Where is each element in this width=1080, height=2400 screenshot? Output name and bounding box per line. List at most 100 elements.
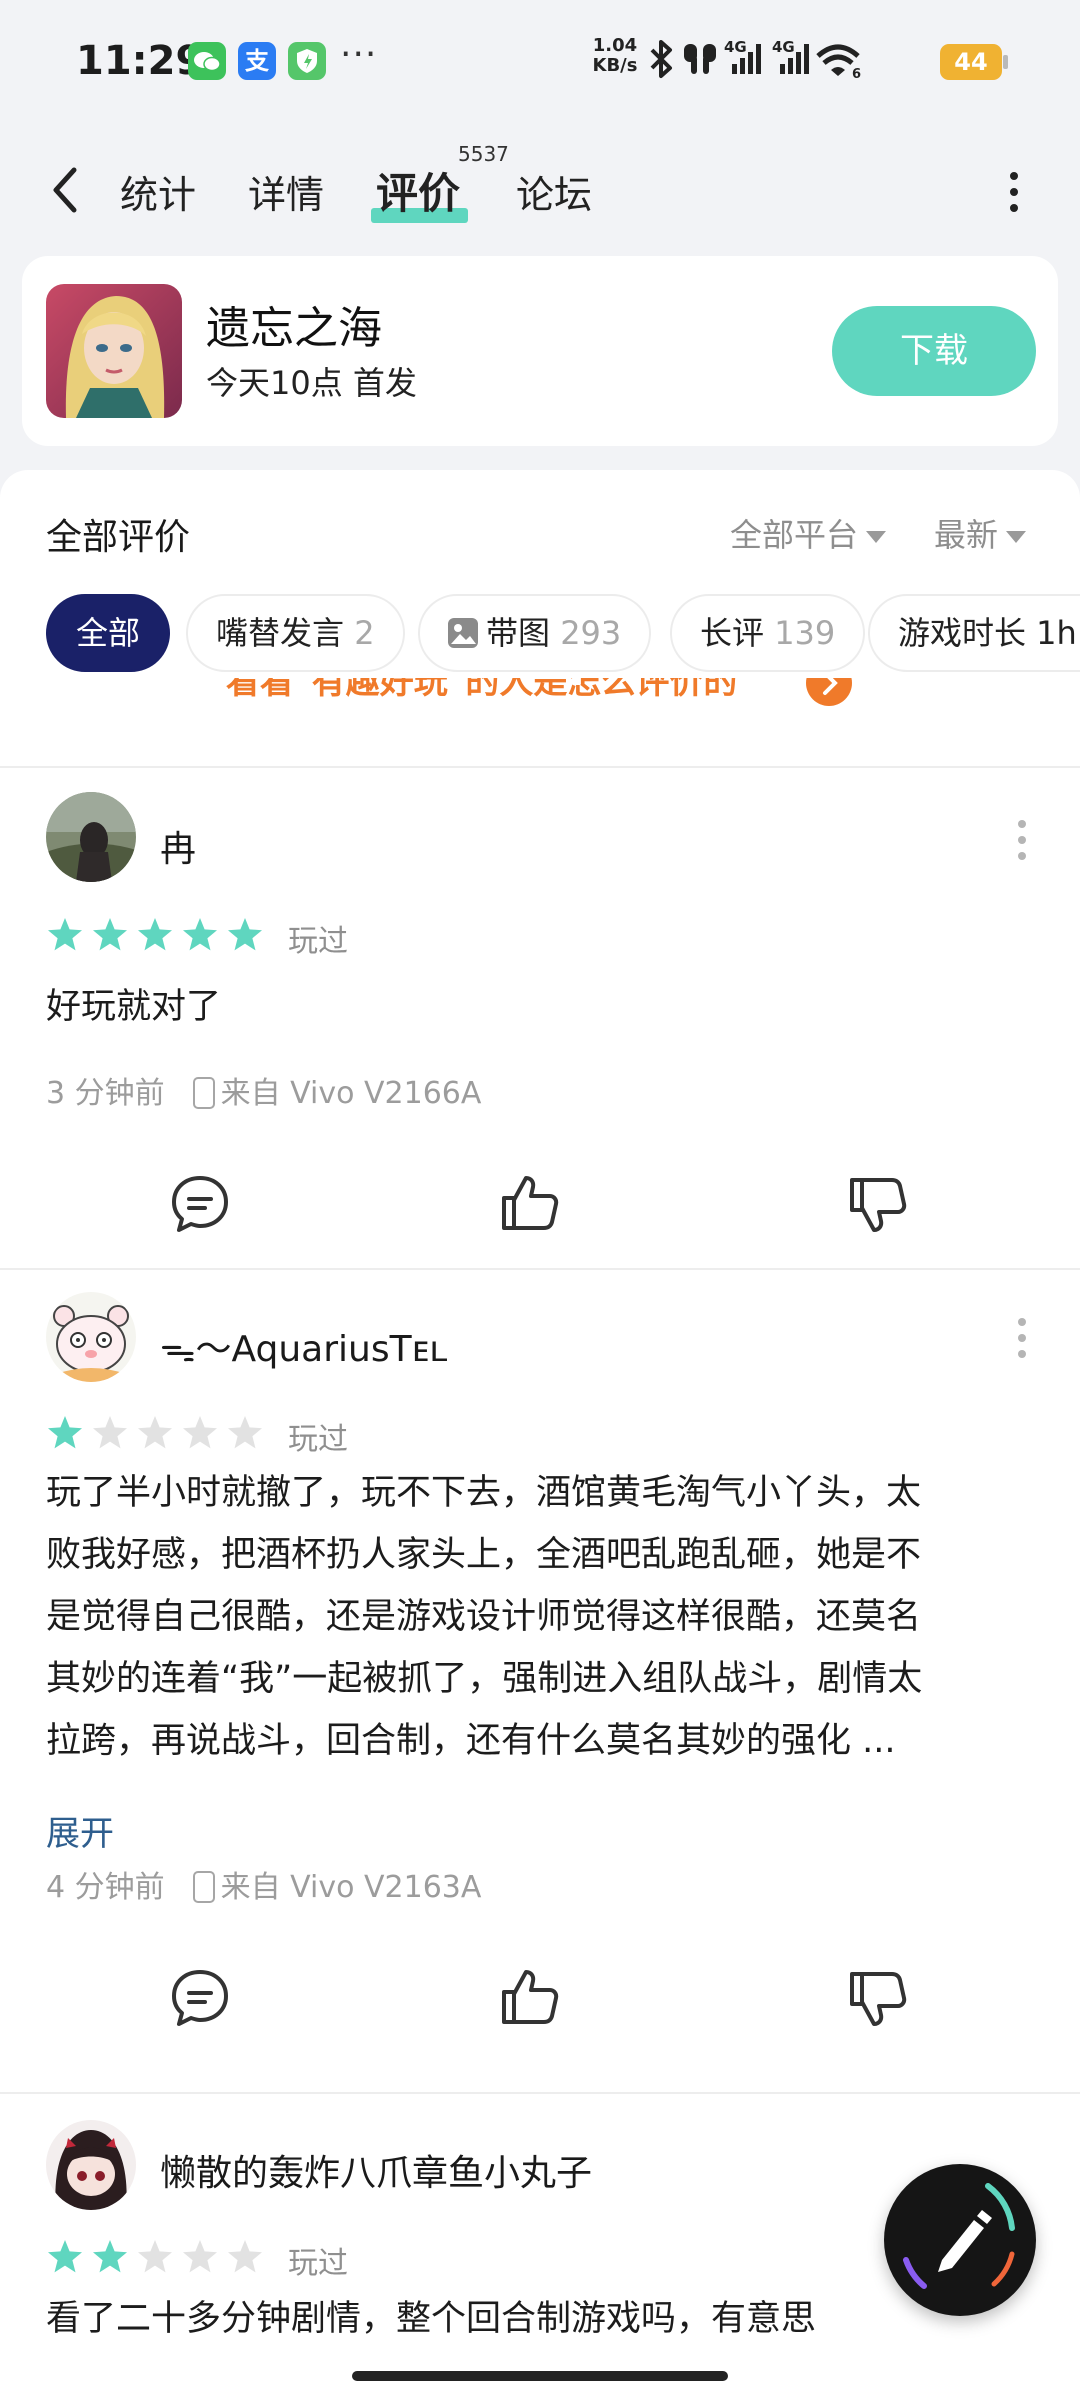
game-card[interactable]: 遗忘之海 今天10点 首发 下载 bbox=[22, 256, 1058, 446]
thumbs-down-icon[interactable] bbox=[846, 1174, 910, 1238]
review-more-icon[interactable] bbox=[1016, 818, 1028, 862]
avatar[interactable] bbox=[46, 792, 136, 882]
chip-label: 带图 bbox=[486, 614, 551, 652]
chip-label: 嘴替发言 bbox=[216, 614, 345, 652]
battery-icon: 44 bbox=[940, 44, 1002, 80]
star-filled-icon bbox=[138, 918, 172, 951]
star-empty-icon bbox=[93, 1416, 127, 1449]
star-filled-icon bbox=[93, 918, 127, 951]
review-device: 来自 Vivo V2163A bbox=[220, 1870, 482, 1905]
played-tag: 玩过 bbox=[288, 1422, 348, 1457]
thumbs-down-icon[interactable] bbox=[846, 1968, 910, 2032]
status-time: 11:29 bbox=[76, 38, 204, 84]
chip-label: 长评 bbox=[700, 614, 765, 652]
platform-filter-dropdown[interactable]: 全部平台 bbox=[730, 510, 887, 556]
chip-voice[interactable]: 嘴替发言 2 bbox=[186, 594, 405, 672]
network-speed-unit: KB/s bbox=[592, 55, 638, 76]
thumbs-up-icon[interactable] bbox=[498, 1170, 562, 1234]
chip-play-time[interactable]: 游戏时长 1h+ bbox=[868, 594, 1080, 672]
wifi-icon: 6 bbox=[816, 44, 861, 82]
system-status-icons: 4G 4G 6 bbox=[650, 38, 861, 82]
chip-count: 139 bbox=[774, 614, 836, 652]
sort-filter-label: 最新 bbox=[934, 516, 999, 554]
home-indicator[interactable] bbox=[352, 2371, 728, 2381]
review-time: 4 分钟前 bbox=[46, 1870, 165, 1905]
review-text-line: 玩了半小时就撤了，玩不下去，酒馆黄毛淘气小丫头，太 bbox=[46, 1473, 922, 1513]
review-text-line: 败我好感，把酒杯扔人家头上，全酒吧乱跑乱砸，她是不 bbox=[46, 1535, 922, 1575]
chip-count: 2 bbox=[354, 614, 375, 652]
signal-1-label: 4G bbox=[724, 38, 747, 56]
star-empty-icon bbox=[228, 1416, 262, 1449]
comment-icon[interactable] bbox=[168, 1172, 232, 1236]
star-filled-icon bbox=[48, 1416, 82, 1449]
played-tag: 玩过 bbox=[288, 2246, 348, 2281]
image-icon bbox=[448, 618, 478, 648]
wifi-6-label: 6 bbox=[852, 67, 861, 82]
review-text-line: 拉跨，再说战斗，回合制，还有什么莫名其妙的强化 ... bbox=[46, 1721, 896, 1761]
platform-filter-label: 全部平台 bbox=[730, 516, 859, 554]
earbuds-icon bbox=[684, 44, 716, 74]
status-bar: 11:29 支 ··· 1.04 KB/s 4G 4G 6 44 bbox=[0, 0, 1080, 120]
divider bbox=[0, 766, 1080, 768]
star-filled-icon bbox=[93, 2240, 127, 2273]
divider bbox=[0, 2092, 1080, 2094]
divider bbox=[0, 1268, 1080, 1270]
back-arrow-icon[interactable] bbox=[44, 162, 92, 218]
promo-text: 看看"有趣好玩"的人是怎么评价的 bbox=[226, 678, 738, 702]
promo-banner[interactable]: 看看"有趣好玩"的人是怎么评价的 bbox=[0, 678, 1080, 708]
reviews-count-badge: 5537 bbox=[458, 142, 509, 166]
game-icon bbox=[46, 284, 182, 418]
shield-icon bbox=[288, 42, 326, 80]
star-filled-icon bbox=[183, 918, 217, 951]
tab-forum[interactable]: 论坛 bbox=[516, 164, 592, 219]
review-text-line: 其妙的连着“我”一起被抓了，强制进入组队战斗，剧情太 bbox=[46, 1659, 923, 1699]
reviews-panel: 全部评价 全部平台 最新 全部 嘴替发言 2 带图 293 长评 139 游戏时… bbox=[0, 470, 1080, 2400]
tab-reviews[interactable]: 评价 bbox=[376, 160, 460, 221]
chevron-down-icon bbox=[866, 531, 887, 543]
thumbs-up-icon[interactable] bbox=[498, 1964, 562, 2028]
review-more-icon[interactable] bbox=[1016, 1316, 1028, 1360]
network-speed: 1.04 KB/s bbox=[588, 36, 642, 76]
review-meta: 4 分钟前 来自 Vivo V2163A bbox=[46, 1862, 481, 1906]
comment-icon[interactable] bbox=[168, 1966, 232, 2030]
more-notifications-icon: ··· bbox=[340, 34, 378, 75]
chip-label: 游戏时长 1h+ bbox=[898, 614, 1080, 652]
game-release-info: 今天10点 首发 bbox=[206, 364, 417, 402]
review-meta: 3 分钟前 来自 Vivo V2166A bbox=[46, 1068, 481, 1112]
star-filled-icon bbox=[48, 918, 82, 951]
star-empty-icon bbox=[228, 2240, 262, 2273]
avatar[interactable] bbox=[46, 2120, 136, 2210]
chip-all[interactable]: 全部 bbox=[46, 594, 171, 672]
chip-with-images[interactable]: 带图 293 bbox=[418, 594, 652, 672]
network-speed-value: 1.04 bbox=[592, 35, 638, 56]
signal-icon-2: 4G bbox=[772, 38, 809, 74]
reviewer-name[interactable]: 冉 bbox=[160, 820, 196, 872]
pencil-icon bbox=[903, 2183, 1015, 2289]
review-device: 来自 Vivo V2166A bbox=[220, 1076, 482, 1111]
top-nav: 统计 详情 评价 5537 论坛 bbox=[0, 130, 1080, 250]
download-button[interactable]: 下载 bbox=[832, 306, 1036, 396]
wechat-icon bbox=[188, 42, 226, 80]
played-tag: 玩过 bbox=[288, 924, 348, 959]
avatar[interactable] bbox=[46, 1292, 136, 1382]
star-empty-icon bbox=[183, 1416, 217, 1449]
write-review-button[interactable] bbox=[884, 2164, 1036, 2316]
star-empty-icon bbox=[138, 1416, 172, 1449]
signal-2-label: 4G bbox=[772, 38, 795, 56]
alipay-icon: 支 bbox=[238, 42, 276, 80]
chevron-right-icon bbox=[806, 678, 852, 706]
sort-filter-dropdown[interactable]: 最新 bbox=[934, 510, 1027, 556]
phone-icon bbox=[192, 1871, 215, 1903]
phone-icon bbox=[192, 1077, 215, 1109]
chip-long-review[interactable]: 长评 139 bbox=[670, 594, 866, 672]
expand-link[interactable]: 展开 bbox=[46, 1806, 114, 1855]
review-text: 玩了半小时就撤了，玩不下去，酒馆黄毛淘气小丫头，太 败我好感，把酒杯扔人家头上，… bbox=[46, 1462, 1036, 1772]
reviewer-name[interactable]: ᯓ〜AquariusTᴇʟ bbox=[160, 1320, 448, 1372]
signal-icon-1: 4G bbox=[724, 38, 761, 74]
tab-statistics[interactable]: 统计 bbox=[120, 164, 196, 219]
tab-details[interactable]: 详情 bbox=[248, 164, 324, 219]
reviewer-name[interactable]: 懒散的轰炸八爪章鱼小丸子 bbox=[160, 2144, 592, 2196]
more-options-icon[interactable] bbox=[1000, 170, 1028, 214]
review-time: 3 分钟前 bbox=[46, 1076, 165, 1111]
star-empty-icon bbox=[138, 2240, 172, 2273]
